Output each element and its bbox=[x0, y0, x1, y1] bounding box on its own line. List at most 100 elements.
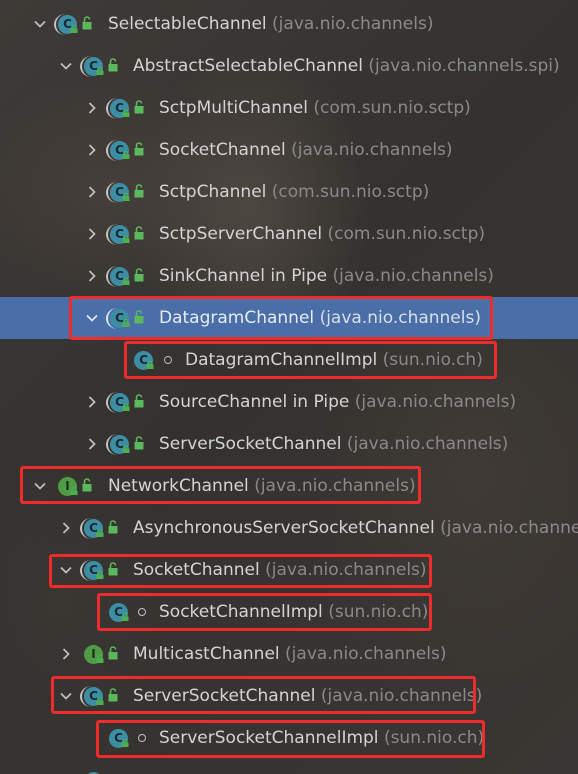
tree-row[interactable]: C SctpMultiChannel (com.sun.nio.sctp) bbox=[0, 87, 578, 129]
class-name: SctpChannel bbox=[159, 182, 267, 202]
class-name: SocketChannel bbox=[159, 140, 286, 160]
unlock-icon bbox=[82, 478, 92, 492]
tree-row[interactable]: I NetworkChannel (java.nio.channels) bbox=[0, 465, 578, 507]
package-name: (com.sun.nio.sctp) bbox=[327, 224, 485, 244]
tree-row-label: SctpMultiChannel (com.sun.nio.sctp) bbox=[159, 87, 471, 129]
chevron-right-icon[interactable] bbox=[84, 255, 100, 297]
unlock-icon bbox=[134, 268, 144, 282]
tree-row[interactable]: C SctpChannel (com.sun.nio.sctp) bbox=[0, 171, 578, 213]
tree-row-label: AbstractSelectableChannel (java.nio.chan… bbox=[133, 45, 560, 87]
lock-icon bbox=[122, 277, 130, 285]
chevron-right-icon[interactable] bbox=[58, 507, 74, 549]
tree-row-label: SctpChannel (com.sun.nio.sctp) bbox=[159, 171, 429, 213]
chevron-right-icon[interactable] bbox=[84, 129, 100, 171]
class-icon: C bbox=[54, 14, 79, 36]
tree-row-label: SocketChannelImpl (sun.nio.ch) bbox=[159, 591, 428, 633]
tree-row[interactable]: C ServerSocketChannel (java.nio.channels… bbox=[0, 423, 578, 465]
chevron-right-icon[interactable] bbox=[58, 633, 74, 675]
class-name: AbstractSelectableChannel bbox=[133, 56, 363, 76]
class-icon: C bbox=[108, 728, 130, 750]
lock-icon bbox=[121, 613, 129, 621]
tree-row-label: SelectableChannel (java.nio.channels) bbox=[108, 3, 433, 45]
class-icon: C bbox=[80, 518, 105, 540]
chevron-down-icon[interactable] bbox=[84, 297, 100, 339]
package-name: (java.nio.channels) bbox=[291, 140, 453, 160]
lock-icon bbox=[146, 361, 154, 369]
package-name: (java.nio.channels) bbox=[320, 686, 483, 706]
class-name: SelectableChannel bbox=[108, 14, 267, 34]
lock-icon bbox=[70, 25, 78, 33]
class-name: ServerSocketChannel bbox=[133, 686, 316, 706]
lock-icon bbox=[96, 67, 104, 75]
tree-row-label: MulticastChannel (java.nio.channels) bbox=[133, 633, 446, 675]
chevron-down-icon[interactable] bbox=[58, 549, 74, 591]
tree-row[interactable]: C SocketChannel (java.nio.channels) bbox=[0, 129, 578, 171]
package-name: (java.nio.channels.spi) bbox=[368, 56, 560, 76]
class-icon: C bbox=[106, 140, 131, 162]
unlock-icon bbox=[108, 520, 118, 534]
lock-icon bbox=[96, 571, 104, 579]
unlock-icon bbox=[108, 688, 118, 702]
tree-row[interactable]: C AbstractSelectableChannel (java.nio.ch… bbox=[0, 45, 578, 87]
tree-row[interactable]: I MulticastChannel (java.nio.channels) bbox=[0, 633, 578, 675]
visibility-dot-icon bbox=[138, 734, 146, 742]
class-name: AsynchronousServerSocketChannel bbox=[133, 518, 435, 538]
class-icon: C bbox=[108, 602, 130, 624]
tree-row[interactable]: C SocketChannel (java.nio.channels) bbox=[0, 549, 578, 591]
tree-row[interactable]: C SinkChannel in Pipe (java.nio.channels… bbox=[0, 255, 578, 297]
chevron-right-icon[interactable] bbox=[84, 381, 100, 423]
chevron-right-icon[interactable] bbox=[84, 213, 100, 255]
unlock-icon bbox=[134, 142, 144, 156]
chevron-right-icon[interactable] bbox=[84, 171, 100, 213]
package-name: (java.nio.channels) bbox=[354, 392, 517, 412]
lock-icon bbox=[122, 151, 130, 159]
chevron-right-icon[interactable] bbox=[84, 423, 100, 465]
tree-row-label: NetworkChannel (java.nio.channels) bbox=[108, 465, 416, 507]
unlock-icon bbox=[134, 436, 144, 450]
unlock-icon bbox=[134, 184, 144, 198]
unlock-icon bbox=[108, 58, 118, 72]
tree-row-label: SinkChannel in Pipe (java.nio.channels) bbox=[159, 255, 494, 297]
tree-row[interactable]: C SelectableChannel (java.nio.channels) bbox=[0, 3, 578, 45]
chevron-down-icon[interactable] bbox=[58, 675, 74, 717]
chevron-down-icon[interactable] bbox=[32, 465, 48, 507]
interface-icon: I bbox=[83, 644, 105, 666]
chevron-down-icon[interactable] bbox=[32, 3, 48, 45]
tree-row[interactable]: C AsynchronousServerSocketChannel (java.… bbox=[0, 507, 578, 549]
lock-icon bbox=[122, 235, 130, 243]
class-icon: C bbox=[106, 224, 131, 246]
tree-row[interactable]: C ServerSocketChannel (java.nio.channels… bbox=[0, 675, 578, 717]
package-name: (com.sun.nio.sctp) bbox=[313, 98, 471, 118]
tree-row-selected[interactable]: C DatagramChannel (java.nio.channels) bbox=[0, 297, 578, 339]
tree-row-partial[interactable]: C bbox=[0, 759, 578, 774]
tree-row-label: ServerSocketChannelImpl (sun.nio.ch) bbox=[159, 717, 484, 759]
tree-row-label: SocketChannel (java.nio.channels) bbox=[133, 549, 427, 591]
tree-row[interactable]: C ServerSocketChannelImpl (sun.nio.ch) bbox=[0, 717, 578, 759]
tree-row[interactable]: C SctpServerChannel (com.sun.nio.sctp) bbox=[0, 213, 578, 255]
chevron-down-icon[interactable] bbox=[58, 45, 74, 87]
class-icon: C bbox=[106, 308, 131, 330]
lock-icon bbox=[122, 193, 130, 201]
unlock-icon bbox=[82, 16, 92, 30]
unlock-icon bbox=[134, 394, 144, 408]
package-name: (java.nio.channels) bbox=[346, 434, 509, 454]
tree-row[interactable]: C SourceChannel in Pipe (java.nio.channe… bbox=[0, 381, 578, 423]
lock-icon bbox=[96, 697, 104, 705]
class-name: ServerSocketChannel bbox=[159, 434, 342, 454]
chevron-right-icon[interactable] bbox=[84, 87, 100, 129]
class-name: DatagramChannel bbox=[159, 308, 315, 328]
class-name: DatagramChannelImpl bbox=[185, 350, 378, 370]
tree-row-label: AsynchronousServerSocketChannel (java.ni… bbox=[133, 507, 578, 549]
type-hierarchy-tree: C SelectableChannel (java.nio.channels) … bbox=[0, 3, 578, 774]
package-name: (java.nio.channels) bbox=[265, 560, 427, 580]
package-name: (sun.nio.ch) bbox=[328, 602, 429, 622]
tree-row[interactable]: C SocketChannelImpl (sun.nio.ch) bbox=[0, 591, 578, 633]
package-name: (sun.nio.ch) bbox=[383, 728, 485, 748]
tree-row[interactable]: C DatagramChannelImpl (sun.nio.ch) bbox=[0, 339, 578, 381]
unlock-icon bbox=[108, 562, 118, 576]
lock-icon bbox=[70, 487, 78, 495]
class-name: ServerSocketChannelImpl bbox=[159, 728, 379, 748]
visibility-dot-icon bbox=[164, 356, 172, 364]
tree-row-label: SctpServerChannel (com.sun.nio.sctp) bbox=[159, 213, 485, 255]
class-icon: C bbox=[106, 434, 131, 456]
